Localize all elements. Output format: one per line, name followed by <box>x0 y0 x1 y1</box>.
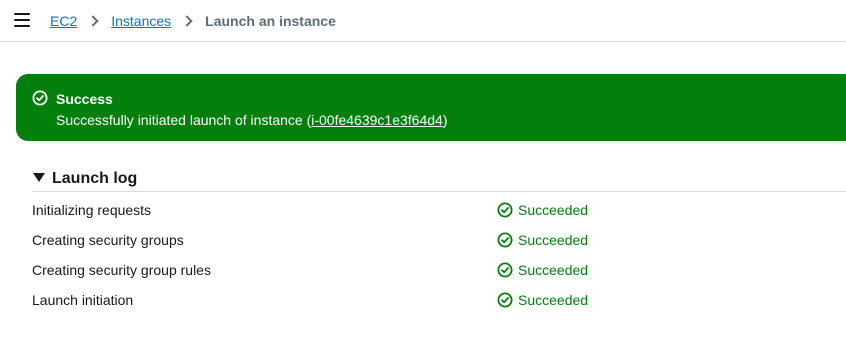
success-check-icon <box>497 292 513 308</box>
top-navigation-bar: EC2 Instances Launch an instance <box>0 0 846 42</box>
instance-id-link[interactable]: i-00fe4639c1e3f64d4 <box>311 112 443 128</box>
log-step-label: Launch initiation <box>32 292 134 308</box>
status-indicator: Succeeded <box>497 230 588 250</box>
breadcrumb-ec2-link[interactable]: EC2 <box>50 12 77 30</box>
chevron-right-icon <box>181 15 193 27</box>
launch-log-row: Initializing requests Succeeded <box>32 200 846 220</box>
flash-title: Success <box>56 91 113 107</box>
log-step-label: Creating security group rules <box>32 262 211 278</box>
check-circle-icon <box>32 90 48 106</box>
menu-icon[interactable] <box>14 13 30 27</box>
status-indicator: Succeeded <box>497 290 588 310</box>
success-flash-banner: Success Successfully initiated launch of… <box>16 74 846 141</box>
breadcrumb: EC2 Instances Launch an instance <box>50 12 336 30</box>
status-indicator: Succeeded <box>497 200 588 220</box>
log-step-label: Creating security groups <box>32 232 184 248</box>
status-text: Succeeded <box>518 292 589 308</box>
success-check-icon <box>497 202 513 218</box>
status-text: Succeeded <box>518 202 589 218</box>
chevron-right-icon <box>87 15 99 27</box>
success-check-icon <box>497 262 513 278</box>
breadcrumb-current: Launch an instance <box>205 13 336 29</box>
flash-message-suffix: ) <box>442 112 448 128</box>
launch-log-expand-toggle[interactable]: Launch log <box>32 166 846 192</box>
status-indicator: Succeeded <box>497 260 588 280</box>
launch-log-row: Creating security groups Succeeded <box>32 230 846 250</box>
log-step-label: Initializing requests <box>32 202 152 218</box>
status-text: Succeeded <box>518 232 589 248</box>
launch-log-row: Launch initiation Succeeded <box>32 290 846 310</box>
caret-down-icon <box>33 173 45 182</box>
flash-message: Successfully initiated launch of instanc… <box>56 111 447 129</box>
flash-message-prefix: Successfully initiated launch of instanc… <box>56 112 312 128</box>
status-text: Succeeded <box>518 262 589 278</box>
launch-log-row: Creating security group rules Succeeded <box>32 260 846 280</box>
success-check-icon <box>497 232 513 248</box>
launch-log-title: Launch log <box>52 170 138 187</box>
breadcrumb-instances-link[interactable]: Instances <box>111 12 171 30</box>
